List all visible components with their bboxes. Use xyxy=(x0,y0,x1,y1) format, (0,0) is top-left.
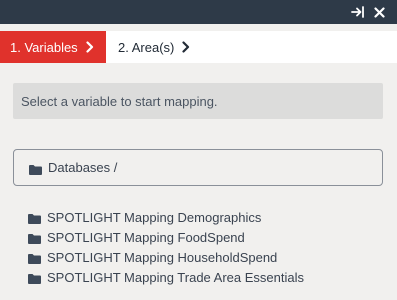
info-message: Select a variable to start mapping. xyxy=(13,83,383,119)
tab-variables-label: 1. Variables xyxy=(10,39,78,55)
folder-icon xyxy=(28,232,41,244)
folder-icon xyxy=(28,252,41,264)
folder-icon xyxy=(28,212,41,224)
breadcrumb-label: Databases / xyxy=(48,160,118,175)
tab-variables[interactable]: 1. Variables xyxy=(0,31,106,63)
expand-panel-icon[interactable] xyxy=(350,4,366,20)
top-toolbar xyxy=(0,0,397,24)
database-list: SPOTLIGHT Mapping Demographics SPOTLIGHT… xyxy=(28,207,304,287)
list-item[interactable]: SPOTLIGHT Mapping Demographics xyxy=(28,207,304,227)
list-item-label: SPOTLIGHT Mapping FoodSpend xyxy=(47,229,245,245)
list-item-label: SPOTLIGHT Mapping HouseholdSpend xyxy=(47,249,278,265)
info-message-text: Select a variable to start mapping. xyxy=(21,93,218,109)
list-item[interactable]: SPOTLIGHT Mapping FoodSpend xyxy=(28,227,304,247)
folder-icon xyxy=(29,163,42,175)
folder-icon xyxy=(28,272,41,284)
list-item[interactable]: SPOTLIGHT Mapping Trade Area Essentials xyxy=(28,267,304,287)
list-item[interactable]: SPOTLIGHT Mapping HouseholdSpend xyxy=(28,247,304,267)
close-icon[interactable] xyxy=(371,4,387,20)
breadcrumb[interactable]: Databases / xyxy=(13,149,383,186)
tab-areas-label: 2. Area(s) xyxy=(118,39,175,55)
list-item-label: SPOTLIGHT Mapping Trade Area Essentials xyxy=(47,269,304,285)
list-item-label: SPOTLIGHT Mapping Demographics xyxy=(47,209,262,225)
step-tabs: 1. Variables 2. Area(s) xyxy=(0,31,397,63)
chevron-right-icon xyxy=(182,41,190,53)
tab-areas[interactable]: 2. Area(s) xyxy=(106,31,216,63)
chevron-right-icon xyxy=(86,41,94,53)
